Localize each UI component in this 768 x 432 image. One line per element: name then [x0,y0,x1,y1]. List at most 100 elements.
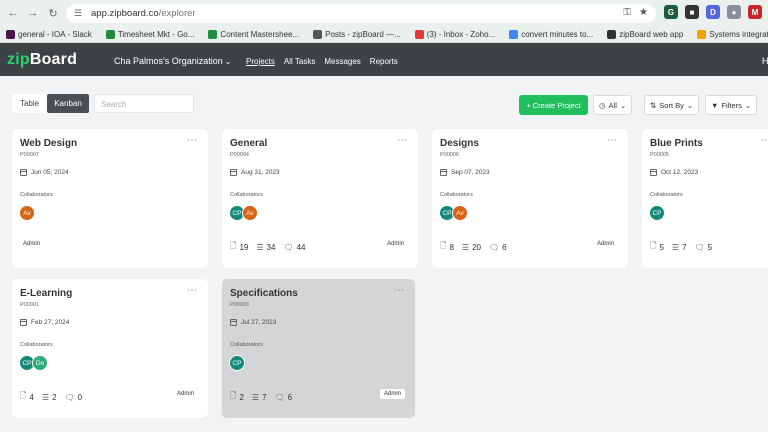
avatar-group: CP [229,355,245,371]
sort-icon: ⇅ [650,100,657,110]
task-list-icon: ☰ [41,392,50,402]
bookmark-item[interactable]: general - IOA - Slack [6,29,92,39]
project-title: General [230,138,268,149]
filters-dropdown[interactable]: ▼ Filters ⌄ [705,95,758,115]
organization-selector[interactable]: Cha Palmos's Organization ⌄ [114,56,231,66]
bookmark-item[interactable]: Timesheet Mkt - Go... [105,29,194,39]
project-date-text: Jun 05, 2024 [31,169,69,176]
avatar[interactable]: CP [229,355,245,371]
bookmarks-bar: general - IOA - Slack Timesheet Mkt - Go… [0,26,768,43]
file-icon: 🗋 [230,391,237,400]
avatar[interactable]: Av [19,205,35,221]
task-list-icon: ☰ [461,242,470,252]
avatar[interactable]: CP [649,205,665,221]
all-filter-dropdown[interactable]: ◷ All ⌄ [593,95,633,115]
project-card[interactable]: Blue Prints P00005 ⋯ Oct 12, 2023 Collaborat… [642,129,768,268]
avatar[interactable]: Do [32,355,48,371]
project-stats: 🗋 5 ☰ 7 🗨 5 [650,240,717,254]
project-date: Feb 27, 2024 [20,319,69,326]
bookmark-item[interactable]: zipBoard web app [607,29,683,39]
extension-icon[interactable]: ■ [685,5,699,19]
stat-tasks-count: 34 [266,242,276,252]
search-input[interactable]: Search [94,94,194,113]
more-options-icon[interactable]: ⋯ [607,135,618,146]
bookmark-item[interactable]: Systems integration... [697,29,768,39]
chevron-down-icon: ⌄ [619,100,627,110]
chevron-down-icon: ⌄ [224,57,232,66]
collaborators-label: Collaborators [230,192,263,198]
stat-files-count: 2 [239,392,244,402]
stat-tasks-count: 20 [472,242,481,252]
project-date: Oct 12, 2023 [650,169,698,176]
stat-comments-count: 6 [287,392,293,402]
project-card[interactable]: Web Design P00007 ⋯ Jun 05, 2024 Collaborato… [12,129,208,268]
wordpress-icon [313,29,323,39]
project-date-text: Sep 07, 2023 [451,169,490,176]
project-card[interactable]: Specifications P00003 ⋯ Jul 27, 2023 Collabo… [222,279,415,418]
project-code: P00006 [440,152,459,158]
create-project-button[interactable]: + Create Project [519,95,588,115]
calendar-icon [230,319,237,326]
stat-comments-count: 5 [707,242,713,252]
bookmark-item[interactable]: convert minutes to... [509,29,593,39]
extension-icon[interactable]: G [664,5,678,19]
url-path: /explorer [158,8,196,19]
stat-files-count: 5 [659,242,664,252]
calendar-icon [20,319,27,326]
sort-by-dropdown[interactable]: ⇅ Sort By ⌄ [644,95,700,115]
extension-icon[interactable]: D [706,5,720,19]
project-card[interactable]: Designs P00006 ⋯ Sep 07, 2023 Collaborators C… [432,129,628,268]
project-card[interactable]: General P00004 ⋯ Aug 31, 2023 Collaborators C… [222,129,418,268]
user-menu[interactable]: H [762,56,768,66]
more-options-icon[interactable]: ⋯ [187,135,198,146]
project-title: E-Learning [20,288,73,299]
nav-reports[interactable]: Reports [370,57,398,66]
reload-icon[interactable]: ↻ [46,6,60,20]
chevron-down-icon: ⌄ [686,100,694,110]
sheets-icon [105,29,115,39]
project-date-text: Oct 12, 2023 [661,169,699,176]
view-toggle: Table Kanban [12,94,89,113]
zoho-icon [414,29,424,39]
address-bar[interactable]: ☰ app.zipboard.co/explorer ⚿ ★ [66,4,656,23]
more-options-icon[interactable]: ⋯ [761,135,768,146]
more-options-icon[interactable]: ⋯ [187,285,198,296]
site-info-icon[interactable]: ☰ [74,8,85,19]
key-icon[interactable]: ⚿ [623,7,631,18]
stat-files-count: 4 [29,392,34,402]
bookmark-item[interactable]: (3) - Inbox - Zoho... [414,29,495,39]
project-code: P00004 [230,152,249,158]
comment-icon: 🗨 [694,242,705,252]
forward-icon[interactable]: → [26,6,40,20]
nav-messages[interactable]: Messages [324,57,360,66]
project-stats: 🗋 2 ☰ 7 🗨 6 [230,390,297,404]
nav-projects[interactable]: Projects [246,57,275,66]
comment-icon: 🗨 [64,392,75,402]
bookmark-item[interactable]: Posts - zipBoard —... [313,29,401,39]
gmail-extension-icon[interactable]: M [748,5,762,19]
bookmark-item[interactable]: Content Mastershee... [208,29,299,39]
table-view-button[interactable]: Table [12,94,47,113]
stat-files-count: 19 [239,242,249,252]
project-title: Web Design [20,138,78,149]
kanban-view-button[interactable]: Kanban [47,94,89,113]
more-options-icon[interactable]: ⋯ [394,285,405,296]
file-icon: 🗋 [20,391,27,400]
avatar[interactable]: Av [242,205,258,221]
nav-all-tasks[interactable]: All Tasks [284,57,315,66]
project-stats: 🗋 8 ☰ 20 🗨 6 [440,240,512,254]
avatar[interactable]: Av [452,205,468,221]
extension-icon[interactable]: ● [727,5,741,19]
star-icon[interactable]: ★ [639,7,648,18]
stat-comments-count: 0 [77,392,83,402]
project-card[interactable]: E-Learning P00001 ⋯ Feb 27, 2024 Collaborato… [12,279,208,418]
stat-comments-count: 6 [502,242,507,252]
zipboard-logo[interactable]: zipBoard [7,51,77,69]
file-icon: 🗋 [440,241,447,250]
clock-icon: ◷ [599,100,606,110]
back-icon[interactable]: ← [6,6,20,20]
comment-icon: 🗨 [274,392,285,402]
project-date: Jul 27, 2023 [230,319,276,326]
avatar-group: CP Av [439,205,468,221]
more-options-icon[interactable]: ⋯ [397,135,408,146]
